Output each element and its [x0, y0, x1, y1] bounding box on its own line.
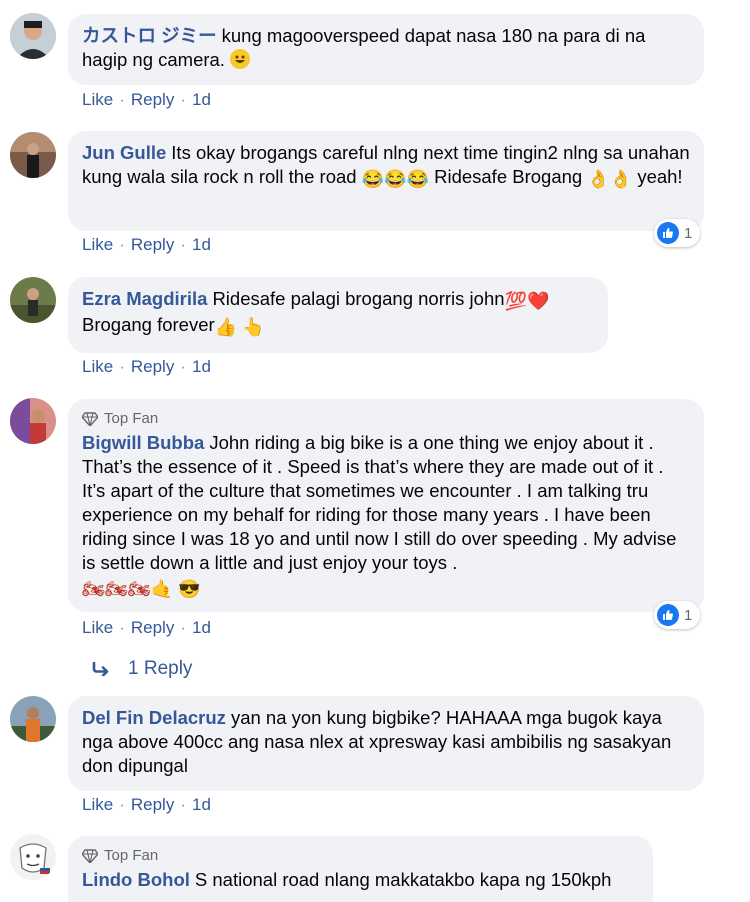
view-replies-link[interactable]: 1 Reply [92, 658, 192, 680]
timestamp-link[interactable]: 1d [192, 795, 211, 814]
reply-link[interactable]: Reply [131, 357, 174, 376]
comment-bubble: Top Fan Bigwill Bubba John riding a big b… [68, 399, 704, 612]
comment-actions: Like · Reply · 1d [82, 795, 211, 814]
reply-link[interactable]: Reply [131, 618, 174, 637]
timestamp-link[interactable]: 1d [192, 90, 211, 109]
top-fan-badge: Top Fan [82, 409, 690, 429]
reply-link[interactable]: Reply [131, 90, 174, 109]
reaction-count[interactable]: 1 [654, 601, 701, 629]
hundred-points-emoji: 💯 [504, 291, 527, 311]
call-me-hand-emoji: 🤙 [150, 579, 173, 599]
comment-text: Ridesafe Brogang [434, 166, 583, 187]
avatar[interactable] [10, 834, 56, 880]
comment-bubble: Del Fin Delacruz yan na yon kung bigbike?… [68, 696, 704, 791]
comment-author[interactable]: Del Fin Delacruz [82, 707, 226, 728]
timestamp-link[interactable]: 1d [192, 357, 211, 376]
reply-link[interactable]: Reply [131, 235, 174, 254]
comment-text: yeah! [637, 166, 683, 187]
comment-text: Brogang forever [82, 314, 215, 335]
diamond-icon [82, 849, 98, 863]
comment-author[interactable]: カストロ ジミー [82, 25, 217, 46]
comment-author[interactable]: Ezra Magdirila [82, 288, 207, 309]
like-reaction-icon [657, 604, 679, 626]
avatar[interactable] [10, 277, 56, 323]
like-link[interactable]: Like [82, 90, 113, 109]
comment-text: John riding a big bike is a one thing we… [82, 432, 677, 573]
comment-author[interactable]: Bigwill Bubba [82, 432, 204, 453]
avatar[interactable] [10, 398, 56, 444]
like-link[interactable]: Like [82, 357, 113, 376]
avatar[interactable] [10, 132, 56, 178]
comment-text: S national road nlang makkatakbo kapa ng… [194, 869, 612, 890]
tears-of-joy-emoji: 😂😂😂 [361, 169, 429, 189]
like-link[interactable]: Like [82, 795, 113, 814]
timestamp-link[interactable]: 1d [192, 618, 211, 637]
avatar[interactable] [10, 696, 56, 742]
thumbs-up-emoji: 👍 [214, 317, 238, 337]
comment-actions: Like · Reply · 1d [82, 235, 211, 254]
comment-actions: Like · Reply · 1d [82, 618, 211, 637]
comment-bubble: Jun Gulle Its okay brogangs careful nlng … [68, 131, 704, 231]
red-heart-emoji: ❤️ [526, 291, 550, 311]
comment-actions: Like · Reply · 1d [82, 357, 211, 376]
comment-actions: Like · Reply · 1d [82, 90, 211, 109]
comment-bubble: カストロ ジミー kung magooverspeed dapat nasa 18… [68, 14, 704, 85]
sunglasses-emoji: 😎 [178, 579, 201, 599]
diamond-icon [82, 412, 98, 426]
comment-author[interactable]: Lindo Bohol [82, 869, 190, 890]
like-link[interactable]: Like [82, 618, 113, 637]
comment-author[interactable]: Jun Gulle [82, 142, 166, 163]
reply-link[interactable]: Reply [131, 795, 174, 814]
reaction-count[interactable]: 1 [654, 219, 701, 247]
like-reaction-icon [657, 222, 679, 244]
comment-text: Ridesafe palagi brogang norris john [212, 288, 505, 309]
avatar[interactable] [10, 13, 56, 59]
smiley-emoji [230, 49, 251, 69]
timestamp-link[interactable]: 1d [192, 235, 211, 254]
comment-bubble: Top Fan Lindo Bohol S national road nlang… [68, 836, 653, 902]
ok-hand-emoji: 👌👌 [587, 169, 633, 189]
like-link[interactable]: Like [82, 235, 113, 254]
comment-bubble: Ezra Magdirila Ridesafe palagi brogang no… [68, 277, 608, 353]
reply-arrow-icon [92, 662, 109, 676]
motorcycle-emoji: 🏍🏍🏍 [82, 579, 151, 599]
pointing-up-emoji: 👆 [242, 317, 265, 337]
top-fan-badge: Top Fan [82, 846, 639, 866]
